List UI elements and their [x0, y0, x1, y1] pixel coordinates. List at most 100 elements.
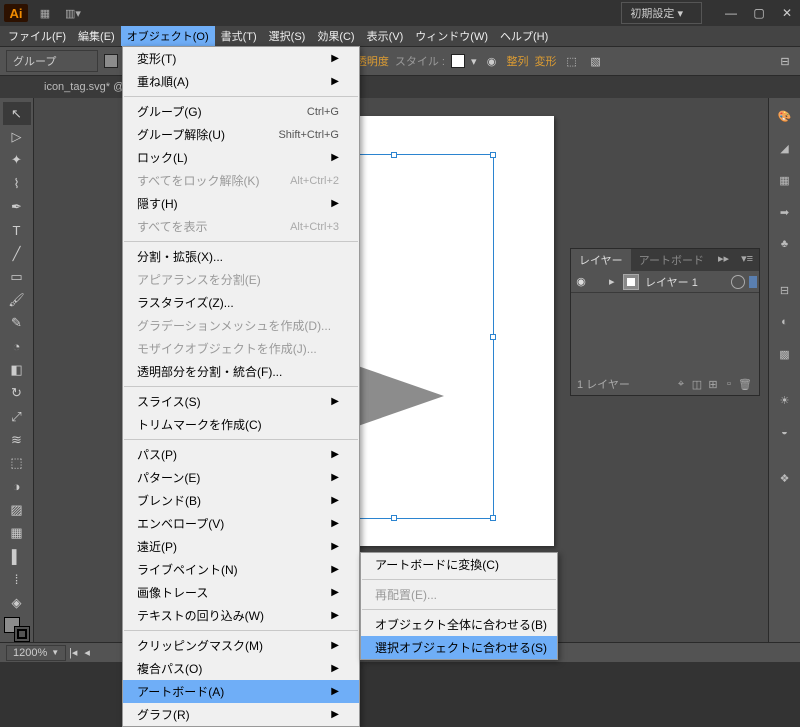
menu-item[interactable]: 重ね順(A)▶	[123, 70, 359, 93]
menu-編集(E)[interactable]: 編集(E)	[72, 26, 121, 46]
visibility-icon[interactable]: ◉	[571, 275, 591, 288]
stroke-panel-icon[interactable]: ⊟	[773, 278, 797, 302]
panel-menu-icon[interactable]: ▾≡	[735, 249, 759, 271]
edit-icon[interactable]: ▧	[587, 52, 605, 70]
minimize-button[interactable]: —	[722, 6, 740, 20]
transparency-panel-icon[interactable]: ▩	[773, 342, 797, 366]
scale-tool[interactable]: ⤢	[3, 405, 31, 428]
prev-artboard-icon[interactable]: ◂	[80, 646, 94, 659]
menu-item[interactable]: グラフ(R)▶	[123, 703, 359, 726]
rotate-tool[interactable]: ↻	[3, 382, 31, 405]
new-layer-icon[interactable]: ▫	[721, 378, 737, 390]
pencil-tool[interactable]: ✎	[3, 312, 31, 335]
menu-item[interactable]: 選択オブジェクトに合わせる(S)	[361, 636, 557, 659]
menu-item[interactable]: テキストの回り込み(W)▶	[123, 604, 359, 627]
layers-icon[interactable]: ❖	[773, 466, 797, 490]
free-transform-tool[interactable]: ⬚	[3, 452, 31, 475]
color-panel-icon[interactable]: 🎨	[773, 104, 797, 128]
object-type-field[interactable]: グループ	[6, 50, 98, 72]
fill-stroke-swatches[interactable]	[4, 617, 30, 642]
menu-効果(C)[interactable]: 効果(C)	[311, 26, 360, 46]
menu-item[interactable]: 変形(T)▶	[123, 47, 359, 70]
maximize-button[interactable]: ▢	[750, 6, 768, 20]
bridge-icon[interactable]: ▦	[34, 2, 56, 24]
layer-row[interactable]: ◉ ▸ レイヤー 1	[571, 271, 759, 293]
menu-item[interactable]: グループ解除(U)Shift+Ctrl+G	[123, 123, 359, 146]
delete-layer-icon[interactable]: 🗑	[737, 378, 753, 391]
transform-label[interactable]: 変形	[535, 53, 557, 69]
swatches-icon[interactable]: ▦	[773, 168, 797, 192]
menu-item[interactable]: アートボード(A)▶	[123, 680, 359, 703]
shape-builder-tool[interactable]: ◑	[3, 475, 31, 498]
arrange-docs-icon[interactable]: ▥▾	[62, 2, 84, 24]
gradient-panel-icon[interactable]: ◐	[773, 310, 797, 334]
isolate-icon[interactable]: ⬚	[563, 52, 581, 70]
menu-item[interactable]: ラスタライズ(Z)...	[123, 291, 359, 314]
eraser-tool[interactable]: ◧	[3, 358, 31, 381]
magic-wand-tool[interactable]: ✦	[3, 149, 31, 172]
menu-item[interactable]: ブレンド(B)▶	[123, 489, 359, 512]
menu-item[interactable]: 複合パス(O)▶	[123, 657, 359, 680]
menu-item[interactable]: 透明部分を分割・統合(F)...	[123, 360, 359, 383]
workspace-selector[interactable]: 初期設定 ▾	[621, 2, 702, 24]
graphic-styles-icon[interactable]: ◒	[773, 420, 797, 444]
line-tool[interactable]: ╱	[3, 242, 31, 265]
panel-toggle-icon[interactable]: ⊟	[776, 52, 794, 70]
menu-item[interactable]: 遠近(P)▶	[123, 535, 359, 558]
type-tool[interactable]: T	[3, 219, 31, 242]
paintbrush-tool[interactable]: 🖌	[3, 289, 31, 312]
fill-swatch[interactable]	[104, 54, 118, 68]
menu-item[interactable]: クリッピングマスク(M)▶	[123, 634, 359, 657]
tab-layers[interactable]: レイヤー	[571, 249, 631, 271]
locate-icon[interactable]: ⌖	[673, 378, 689, 391]
layer-name[interactable]: レイヤー 1	[643, 274, 731, 290]
menu-ファイル(F)[interactable]: ファイル(F)	[2, 26, 72, 46]
menu-item[interactable]: パターン(E)▶	[123, 466, 359, 489]
zoom-field[interactable]: 1200%▼	[6, 645, 66, 661]
first-artboard-icon[interactable]: |◂	[66, 646, 80, 659]
align-label[interactable]: 整列	[507, 53, 529, 69]
blend-tool[interactable]: ◈	[3, 592, 31, 615]
expand-icon[interactable]: ▸	[609, 275, 623, 288]
brushes-icon[interactable]: ➡	[773, 200, 797, 224]
menu-item[interactable]: パス(P)▶	[123, 443, 359, 466]
recolor-icon[interactable]: ◉	[483, 52, 501, 70]
menu-ヘルプ(H)[interactable]: ヘルプ(H)	[494, 26, 554, 46]
menu-item[interactable]: グループ(G)Ctrl+G	[123, 100, 359, 123]
menu-選択(S)[interactable]: 選択(S)	[263, 26, 312, 46]
menu-item[interactable]: ロック(L)▶	[123, 146, 359, 169]
menu-item[interactable]: トリムマークを作成(C)	[123, 413, 359, 436]
color-guide-icon[interactable]: ◢	[773, 136, 797, 160]
menu-item[interactable]: オブジェクト全体に合わせる(B)	[361, 613, 557, 636]
eyedropper-tool[interactable]: ⁞	[3, 568, 31, 591]
menu-表示(V)[interactable]: 表示(V)	[361, 26, 410, 46]
blob-brush-tool[interactable]: ◔	[3, 335, 31, 358]
menu-オブジェクト(O)[interactable]: オブジェクト(O)	[121, 26, 215, 46]
pen-tool[interactable]: ✒	[3, 195, 31, 218]
menu-item[interactable]: 隠す(H)▶	[123, 192, 359, 215]
style-swatch[interactable]	[451, 54, 465, 68]
menu-item[interactable]: 画像トレース▶	[123, 581, 359, 604]
clip-mask-icon[interactable]: ◫	[689, 378, 705, 391]
rectangle-tool[interactable]: ▭	[3, 265, 31, 288]
close-button[interactable]: ✕	[778, 6, 796, 20]
panel-collapse-icon[interactable]: ▸▸	[712, 249, 735, 271]
menu-ウィンドウ(W)[interactable]: ウィンドウ(W)	[409, 26, 494, 46]
menu-item[interactable]: ライブペイント(N)▶	[123, 558, 359, 581]
direct-selection-tool[interactable]: ▷	[3, 125, 31, 148]
menu-item[interactable]: アートボードに変換(C)	[361, 553, 557, 576]
menu-item[interactable]: エンベロープ(V)▶	[123, 512, 359, 535]
lasso-tool[interactable]: ⌇	[3, 172, 31, 195]
perspective-tool[interactable]: ▨	[3, 498, 31, 521]
menu-item[interactable]: スライス(S)▶	[123, 390, 359, 413]
new-sublayer-icon[interactable]: ⊞	[705, 378, 721, 391]
symbols-icon[interactable]: ♣	[773, 232, 797, 256]
mesh-tool[interactable]: ▦	[3, 522, 31, 545]
menu-item[interactable]: 分割・拡張(X)...	[123, 245, 359, 268]
width-tool[interactable]: ≋	[3, 428, 31, 451]
tab-artboards[interactable]: アートボード	[631, 249, 712, 271]
appearance-icon[interactable]: ☀	[773, 388, 797, 412]
gradient-tool[interactable]: ▌	[3, 545, 31, 568]
target-icon[interactable]	[731, 275, 745, 289]
menu-書式(T)[interactable]: 書式(T)	[215, 26, 263, 46]
